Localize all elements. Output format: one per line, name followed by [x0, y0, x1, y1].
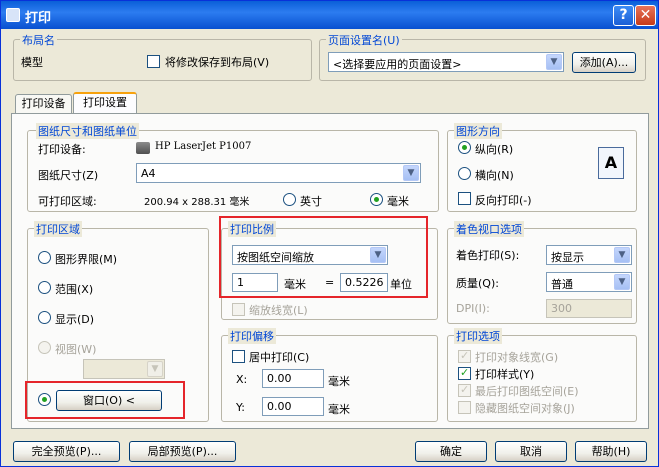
paper-size-value: A4: [141, 167, 156, 180]
printer-icon: [136, 142, 150, 154]
chevron-down-icon: ▼: [147, 361, 163, 377]
add-page-setup-button[interactable]: 添加(A)...: [572, 52, 636, 73]
center-plot-label[interactable]: 居中打印(C): [249, 349, 309, 365]
plot-lineweights-checkbox: [458, 349, 471, 363]
shaded-viewport-group-title: 着色视口选项: [454, 221, 524, 237]
save-to-layout-checkbox[interactable]: [147, 55, 160, 68]
close-button[interactable]: ✕: [635, 5, 656, 26]
layout-name: 模型: [21, 56, 43, 69]
offset-y-label: Y:: [236, 401, 245, 414]
paperspace-last-checkbox: [458, 383, 471, 397]
page-setup-value: <选择要应用的页面设置>: [333, 58, 462, 71]
plot-options-group: 打印选项 打印对象线宽(G) 打印样式(Y) 最后打印图纸空间(E) 隐藏图纸空…: [447, 328, 637, 422]
page-setup-select[interactable]: <选择要应用的页面设置> ▼: [328, 52, 564, 72]
portrait-label[interactable]: 纵向(R): [475, 141, 513, 157]
plot-lineweights-label: 打印对象线宽(G): [475, 351, 559, 364]
paper-size-label: 图纸尺寸(Z): [38, 169, 99, 182]
paper-group: 图纸尺寸和图纸单位 打印设备: HP LaserJet P1007 图纸尺寸(Z…: [27, 123, 439, 212]
center-plot-checkbox[interactable]: [232, 350, 245, 363]
limits-label[interactable]: 图形界限(M): [55, 251, 117, 267]
help-button[interactable]: 帮助(H): [575, 441, 647, 462]
printable-area-label: 可打印区域:: [38, 195, 97, 208]
cancel-button[interactable]: 取消: [495, 441, 567, 462]
plot-options-group-title: 打印选项: [454, 328, 502, 344]
portrait-radio[interactable]: [458, 141, 471, 154]
hide-objects-label: 隐藏图纸空间对象(J): [475, 402, 575, 415]
extents-radio[interactable]: [38, 281, 51, 294]
chevron-down-icon[interactable]: ▼: [546, 54, 562, 70]
tab-print-settings[interactable]: 打印设置: [73, 92, 137, 115]
app-icon: [6, 8, 20, 22]
paper-orientation-icon: A: [598, 147, 624, 179]
device-value: HP LaserJet P1007: [155, 141, 252, 152]
print-dialog: 打印 ? ✕ 布局名 模型 将修改保存到布局(V) 页面设置名(U) <选择要应…: [0, 0, 659, 467]
reverse-print-label[interactable]: 反向打印(-): [475, 192, 532, 208]
paper-size-select[interactable]: A4 ▼: [136, 163, 421, 183]
chevron-down-icon[interactable]: ▼: [614, 274, 630, 290]
ok-button[interactable]: 确定: [415, 441, 487, 462]
unit-inch-radio[interactable]: [283, 193, 296, 206]
offset-y-input[interactable]: 0.00: [262, 397, 324, 416]
tab-print-device[interactable]: 打印设备: [15, 94, 72, 114]
offset-x-unit: 毫米: [328, 375, 350, 388]
orientation-group: 图形方向 纵向(R) 横向(N) 反向打印(-) A: [447, 123, 637, 212]
shade-plot-label: 着色打印(S):: [456, 249, 520, 262]
paper-group-title: 图纸尺寸和图纸单位: [36, 123, 139, 139]
page-setup-group-title: 页面设置名(U): [326, 32, 402, 48]
full-preview-button[interactable]: 完全预览(P)...: [13, 441, 120, 462]
printable-area-value: 200.94 x 288.31 毫米: [144, 197, 250, 208]
plot-offset-group: 打印偏移 居中打印(C) X: 0.00 毫米 Y: 0.00 毫米: [221, 328, 438, 422]
window-title: 打印: [25, 11, 52, 26]
page-setup-group: 页面设置名(U) <选择要应用的页面设置> ▼ 添加(A)...: [319, 32, 646, 81]
display-radio[interactable]: [38, 311, 51, 324]
scale-lineweight-checkbox: [232, 303, 245, 316]
orientation-group-title: 图形方向: [454, 123, 502, 139]
unit-mm-radio[interactable]: [370, 193, 383, 206]
view-label: 视图(W): [55, 343, 97, 356]
help-title-button[interactable]: ?: [613, 5, 634, 26]
scale-lineweight-label: 缩放线宽(L): [249, 304, 308, 317]
layout-group-title: 布局名: [20, 32, 57, 48]
reverse-print-checkbox[interactable]: [458, 192, 471, 205]
plot-offset-group-title: 打印偏移: [228, 328, 276, 344]
plot-styles-label[interactable]: 打印样式(Y): [475, 366, 534, 382]
dpi-label: DPI(I):: [456, 302, 490, 315]
offset-x-input[interactable]: 0.00: [262, 369, 324, 388]
offset-y-unit: 毫米: [328, 403, 350, 416]
quality-value: 普通: [551, 278, 573, 291]
shade-plot-select[interactable]: 按显示 ▼: [546, 245, 632, 265]
save-to-layout-label[interactable]: 将修改保存到布局(V): [165, 54, 269, 70]
landscape-label[interactable]: 横向(N): [475, 167, 514, 183]
device-label: 打印设备:: [38, 143, 86, 156]
unit-inch-label[interactable]: 英寸: [300, 193, 322, 209]
view-radio: [38, 341, 51, 354]
display-label[interactable]: 显示(D): [55, 311, 94, 327]
quality-label: 质量(Q):: [456, 277, 499, 290]
shaded-viewport-group: 着色视口选项 着色打印(S): 按显示 ▼ 质量(Q): 普通 ▼ DPI(I)…: [447, 221, 637, 324]
paperspace-last-label: 最后打印图纸空间(E): [475, 385, 579, 398]
quality-select[interactable]: 普通 ▼: [546, 272, 632, 292]
scale-highlight: [219, 216, 428, 298]
dpi-input: 300: [546, 299, 632, 318]
unit-mm-label[interactable]: 毫米: [387, 193, 409, 209]
chevron-down-icon[interactable]: ▼: [614, 247, 630, 263]
view-select: ▼: [83, 359, 165, 379]
limits-radio[interactable]: [38, 251, 51, 264]
landscape-radio[interactable]: [458, 167, 471, 180]
offset-x-label: X:: [236, 373, 248, 386]
title-bar[interactable]: 打印 ? ✕: [1, 1, 658, 29]
plot-styles-checkbox[interactable]: [458, 366, 471, 380]
extents-label[interactable]: 范围(X): [55, 281, 93, 297]
hide-objects-checkbox: [458, 401, 471, 414]
chevron-down-icon[interactable]: ▼: [403, 165, 419, 181]
shade-plot-value: 按显示: [551, 251, 584, 264]
layout-group: 布局名 模型 将修改保存到布局(V): [13, 32, 312, 81]
partial-preview-button[interactable]: 局部预览(P)...: [129, 441, 236, 462]
window-highlight: [25, 381, 185, 419]
plot-area-group-title: 打印区域: [34, 221, 82, 237]
